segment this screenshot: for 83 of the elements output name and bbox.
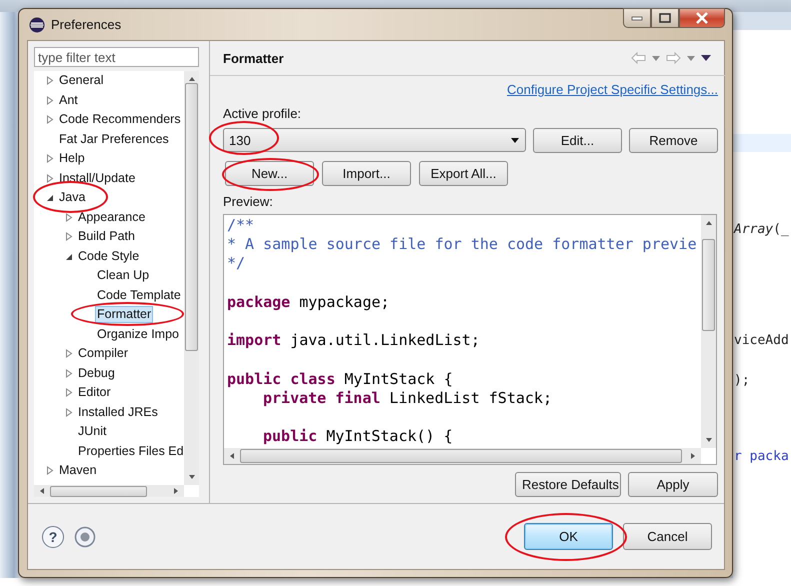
expand-arrow-icon[interactable] [65,212,73,222]
import-export-icon[interactable] [74,526,96,548]
collapse-arrow-icon[interactable] [65,252,73,261]
tree-item[interactable]: Debug [76,364,117,382]
dropdown-arrow-icon[interactable] [652,56,660,60]
tree-item[interactable]: Code Recommenders [57,111,183,128]
code-line: private final LinkedList fStack; [263,388,552,408]
forward-arrow-icon[interactable] [666,52,681,64]
help-icon[interactable]: ? [42,526,64,548]
code-fragment: viceAdd [733,332,790,350]
close-button[interactable] [679,8,725,28]
code-line: /** [227,216,254,236]
code-fragment: ); [733,372,751,390]
tree-item[interactable]: Ant [57,92,80,109]
tree-item[interactable]: Java [57,189,88,206]
page-button[interactable]: Apply [628,472,718,497]
preview-label: Preview: [223,194,274,209]
maximize-button[interactable] [651,8,679,28]
code-line: import java.util.LinkedList; [227,331,480,350]
expand-arrow-icon[interactable] [65,388,73,398]
back-arrow-icon[interactable] [631,52,646,64]
tree-item[interactable]: General [57,72,106,90]
tree-item[interactable]: Organize Impo [95,326,181,343]
tree-item[interactable]: Clean Up [95,267,152,284]
minimize-icon [631,15,643,21]
expand-arrow-icon[interactable] [46,96,54,105]
tree-item[interactable]: Fat Jar Preferences [57,130,171,148]
tree-item[interactable]: Installed JREs [76,404,160,421]
tree-item[interactable]: Help [57,150,87,168]
dialog-button[interactable]: OK [524,523,613,550]
dropdown-arrow-icon [511,138,519,142]
code-line: * A sample source file for the code formatter previe [227,235,697,254]
expand-arrow-icon[interactable] [46,76,54,86]
expand-arrow-icon[interactable] [65,232,73,242]
current-line-highlight [733,134,791,152]
profile-button[interactable]: New... [225,161,314,186]
dialog-button[interactable]: Cancel [623,523,712,550]
tree-item[interactable]: Code Template [95,286,183,304]
expand-arrow-icon[interactable] [46,174,54,183]
profile-button[interactable]: Edit... [533,128,622,153]
profile-button[interactable]: Export All... [419,161,508,186]
code-line: package mypackage; [227,292,390,312]
app-icon [29,16,45,32]
tree-item[interactable]: Build Path [76,228,137,246]
expand-arrow-icon[interactable] [46,154,54,164]
tree-item[interactable]: Properties Files Ed [76,442,186,460]
tree-item[interactable]: Appearance [76,208,148,226]
code-line: public class MyIntStack { [227,370,453,389]
tree-item[interactable]: Code Style [76,248,142,265]
code-line: */ [227,254,246,274]
menu-arrow-icon[interactable] [701,55,711,61]
expand-arrow-icon[interactable] [46,115,54,124]
expand-arrow-icon[interactable] [46,466,54,476]
window-title: Preferences [51,17,122,32]
configure-link[interactable]: Configure Project Specific Settings... [507,82,718,97]
tree-item[interactable]: Install/Update [57,170,138,187]
profile-label: Active profile: [223,106,302,121]
maximize-icon [659,13,671,23]
profile-button[interactable]: Import... [322,161,411,186]
expand-arrow-icon[interactable] [65,368,73,378]
tree-item[interactable]: Compiler [76,345,130,362]
minimize-button[interactable] [623,8,651,28]
tree-item[interactable]: Editor [76,384,113,402]
expand-arrow-icon[interactable] [65,349,73,358]
scrollbar[interactable] [34,485,184,497]
tree-item[interactable]: Maven [57,462,99,480]
code-fragment: r packa [733,448,790,466]
profile-dropdown[interactable]: 130 [223,128,526,152]
code-line: public MyIntStack() { [263,427,453,446]
dropdown-arrow-icon[interactable] [687,56,695,60]
tree-item[interactable]: JUnit [76,423,108,440]
filter-field[interactable]: type filter text [34,47,199,67]
scrollbar[interactable] [224,448,701,464]
scrollbar[interactable] [701,215,716,448]
tree-item[interactable]: Formatter [95,306,154,324]
scrollbar[interactable] [184,71,199,485]
code-fragment: Array(_ [733,221,790,239]
expand-arrow-icon[interactable] [65,408,73,417]
collapse-arrow-icon[interactable] [46,193,54,202]
page-button[interactable]: Restore Defaults [515,472,621,497]
close-icon [695,12,709,24]
profile-button[interactable]: Remove [629,128,718,153]
page-title: Formatter [223,50,284,66]
